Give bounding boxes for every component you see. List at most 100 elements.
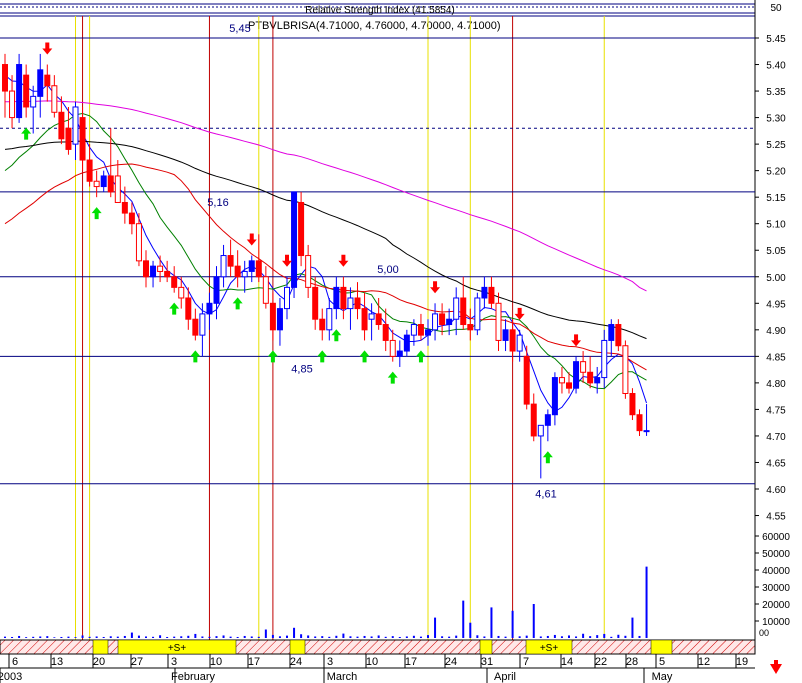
chart-background (0, 0, 802, 683)
stock-chart: Relative Strength Index (41.5854) 50 PTB… (0, 0, 802, 683)
price-tick-label: 4.90 (766, 326, 786, 337)
candle-body (241, 270, 248, 278)
candle-body (580, 361, 587, 373)
candle-body (164, 270, 171, 278)
candle-body (23, 74, 30, 108)
candle-body (72, 106, 79, 145)
price-tick-label: 4.95 (766, 299, 786, 310)
date-tick-label: 19 (736, 656, 748, 668)
candle-body (347, 297, 354, 310)
date-tick-label: 5 (659, 656, 665, 668)
date-tick-label: 24 (290, 656, 302, 668)
month-label: 2003 (0, 671, 22, 683)
date-tick-label: 24 (445, 656, 457, 668)
signal-bar-segment (289, 639, 306, 655)
candle-body (608, 324, 615, 341)
signal-bar-segment (650, 639, 673, 655)
candle-body (319, 318, 326, 331)
candle-body (143, 260, 149, 278)
candle-body (537, 424, 544, 437)
price-tick-label: 4.70 (766, 432, 786, 443)
candle-body (587, 371, 594, 384)
candle-body (566, 382, 572, 389)
candle-body (333, 286, 340, 310)
price-tick-label: 4.80 (766, 379, 786, 390)
candle-body (2, 64, 8, 92)
candle-body (171, 276, 178, 288)
candle-body (93, 180, 100, 188)
candle-body (509, 329, 516, 352)
volume-tick-label: 60000 (762, 532, 790, 543)
candle-body (37, 69, 44, 97)
candle-body (178, 286, 185, 299)
candle-body (488, 286, 495, 304)
candle-body (86, 159, 93, 182)
candle-body (255, 260, 262, 278)
candle-body (276, 308, 283, 331)
candle-body (544, 414, 551, 426)
price-tick-label: 5.25 (766, 140, 786, 151)
candle-body (453, 297, 460, 320)
candle-body (396, 350, 403, 357)
candle-body (135, 223, 142, 262)
price-tick-label: 5.00 (766, 273, 786, 284)
candle-body (234, 265, 241, 278)
signal-bar: +S+ +S+ (0, 639, 756, 655)
candle-body (291, 191, 298, 288)
candle-body (44, 74, 51, 87)
candle-body (79, 117, 86, 161)
date-tick-label: 27 (131, 656, 143, 668)
date-tick-label: 22 (595, 656, 607, 668)
month-label: February (171, 671, 216, 683)
candle-body (114, 175, 121, 203)
candle-body (269, 302, 276, 331)
candle-body (199, 313, 206, 336)
candle-body (206, 302, 213, 315)
candle-body (354, 297, 361, 310)
price-tick-label: 4.85 (766, 352, 786, 363)
price-tick-label: 5.05 (766, 246, 786, 257)
candle-body (601, 339, 608, 379)
candle-body (417, 324, 424, 336)
volume-tick-label: 40000 (762, 566, 790, 577)
price-tick-label: 5.40 (766, 61, 786, 72)
date-tick-label: 10 (210, 656, 222, 668)
volume-tick-label: 10000 (762, 617, 790, 628)
candle-body (460, 297, 467, 326)
date-tick-label: 13 (51, 656, 63, 668)
candle-body (326, 308, 333, 331)
candle-body (185, 297, 192, 320)
date-tick-label: 17 (405, 656, 417, 668)
candle-body (615, 324, 622, 347)
candle-body (128, 212, 135, 225)
date-tick-label: 20 (93, 656, 105, 668)
candle-body (262, 276, 269, 304)
level-annotation: 5,16 (207, 197, 228, 209)
candle-body (298, 201, 305, 257)
date-tick-label: 10 (366, 656, 378, 668)
candle-body (220, 255, 227, 278)
candle-body (65, 127, 72, 150)
candle-body (375, 313, 382, 326)
level-annotation: 4,61 (535, 489, 556, 501)
level-annotation: 5,45 (229, 23, 250, 35)
volume-tick-label: 20000 (762, 600, 790, 611)
candle-body (382, 324, 389, 341)
candle-body (530, 403, 537, 437)
candle-body (643, 430, 650, 433)
month-label: May (652, 671, 673, 683)
candle-body (389, 339, 396, 357)
date-tick-label: 7 (523, 656, 529, 668)
candle-body (594, 377, 601, 384)
candle-body (248, 260, 255, 272)
price-tick-label: 4.60 (766, 485, 786, 496)
candle-body (121, 201, 128, 214)
candle-body (107, 175, 114, 193)
candle-body (432, 313, 439, 331)
candle-body (58, 111, 65, 140)
date-tick-label: 31 (481, 656, 493, 668)
price-tick-label: 5.45 (766, 34, 786, 45)
signal-bar-label: +S+ (540, 643, 559, 654)
price-tick-label: 5.10 (766, 220, 786, 231)
candle-body (30, 95, 37, 108)
